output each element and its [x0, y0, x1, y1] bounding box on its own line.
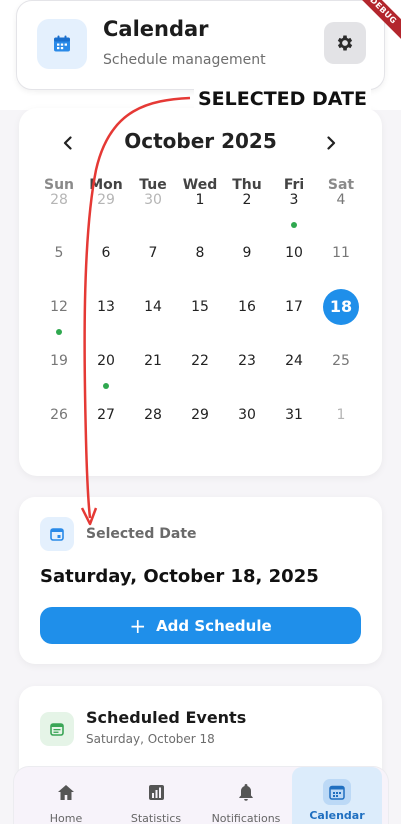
calendar-day[interactable]: 24 — [276, 343, 312, 379]
calendar-day[interactable]: 18 — [323, 289, 359, 325]
calendar-day[interactable]: 31 — [276, 397, 312, 433]
calendar-day[interactable]: 14 — [135, 289, 171, 325]
scheduled-events-subtitle: Saturday, October 18 — [86, 732, 215, 746]
selected-date-label: Selected Date — [86, 526, 197, 542]
event-indicator-dot — [291, 222, 297, 228]
nav-home-label: Home — [49, 812, 83, 824]
calendar-day[interactable]: 29 — [88, 182, 124, 218]
nav-statistics[interactable]: Statistics — [111, 767, 201, 824]
nav-notifications-label: Notifications — [211, 812, 281, 824]
calendar-day[interactable]: 30 — [135, 182, 171, 218]
calendar-card: October 2025 Sun Mon Tue Wed Thu Fri Sat 28 29 3… — [19, 108, 382, 476]
debug-banner: DEBUG — [355, 0, 401, 46]
calendar-day[interactable]: 25 — [323, 343, 359, 379]
calendar-day[interactable]: 15 — [182, 289, 218, 325]
calendar-day[interactable]: 3 — [276, 182, 312, 218]
add-schedule-button[interactable]: + Add Schedule — [40, 607, 361, 644]
page-subtitle: Schedule management — [103, 52, 266, 68]
calendar-day[interactable]: 12 — [41, 289, 77, 325]
calendar-day[interactable]: 26 — [41, 397, 77, 433]
calendar-icon — [37, 19, 87, 69]
calendar-day[interactable]: 1 — [323, 397, 359, 433]
nav-statistics-label: Statistics — [130, 812, 182, 824]
bottom-navigation: Home Statistics Notifications Calendar — [13, 766, 389, 824]
selected-date-value: Saturday, October 18, 2025 — [40, 566, 319, 587]
calendar-day[interactable]: 30 — [229, 397, 265, 433]
calendar-day[interactable]: 28 — [41, 182, 77, 218]
calendar-day[interactable]: 7 — [135, 235, 171, 271]
chevron-right-icon — [327, 136, 336, 150]
calendar-day[interactable]: 20 — [88, 343, 124, 379]
calendar-day[interactable]: 21 — [135, 343, 171, 379]
annotation-label: SELECTED DATE — [194, 88, 371, 110]
calendar-day[interactable]: 4 — [323, 182, 359, 218]
calendar-icon — [323, 779, 351, 805]
calendar-day[interactable]: 17 — [276, 289, 312, 325]
calendar-day[interactable]: 13 — [88, 289, 124, 325]
plus-icon: + — [129, 613, 147, 638]
home-icon — [57, 783, 75, 801]
calendar-day[interactable]: 2 — [229, 182, 265, 218]
calendar-day[interactable]: 16 — [229, 289, 265, 325]
page-title: Calendar — [103, 17, 209, 41]
calendar-day[interactable]: 23 — [229, 343, 265, 379]
event-indicator-dot — [56, 329, 62, 335]
calendar-day[interactable]: 1 — [182, 182, 218, 218]
nav-calendar-label: Calendar — [309, 809, 365, 822]
calendar-day[interactable]: 11 — [323, 235, 359, 271]
nav-calendar[interactable]: Calendar — [292, 767, 382, 824]
month-navigation: October 2025 — [19, 128, 382, 158]
calendar-day[interactable]: 5 — [41, 235, 77, 271]
calendar-day[interactable]: 8 — [182, 235, 218, 271]
gear-icon — [337, 35, 353, 51]
calendar-day[interactable]: 28 — [135, 397, 171, 433]
calendar-day[interactable]: 27 — [88, 397, 124, 433]
calendar-day[interactable]: 10 — [276, 235, 312, 271]
next-month-button[interactable] — [316, 130, 346, 156]
scheduled-events-title: Scheduled Events — [86, 708, 247, 727]
selected-date-card: Selected Date Saturday, October 18, 2025… — [19, 497, 382, 664]
bell-icon — [238, 783, 254, 801]
calendar-day[interactable]: 29 — [182, 397, 218, 433]
add-schedule-label: Add Schedule — [156, 616, 272, 635]
event-indicator-dot — [103, 383, 109, 389]
calendar-day[interactable]: 19 — [41, 343, 77, 379]
event-icon — [40, 517, 74, 551]
nav-notifications[interactable]: Notifications — [201, 767, 291, 824]
bar-chart-icon — [148, 783, 165, 801]
calendar-day[interactable]: 6 — [88, 235, 124, 271]
calendar-day[interactable]: 9 — [229, 235, 265, 271]
event-list-icon — [40, 712, 74, 746]
app-header: Calendar Schedule management — [16, 0, 385, 90]
calendar-day[interactable]: 22 — [182, 343, 218, 379]
nav-home[interactable]: Home — [21, 767, 111, 824]
